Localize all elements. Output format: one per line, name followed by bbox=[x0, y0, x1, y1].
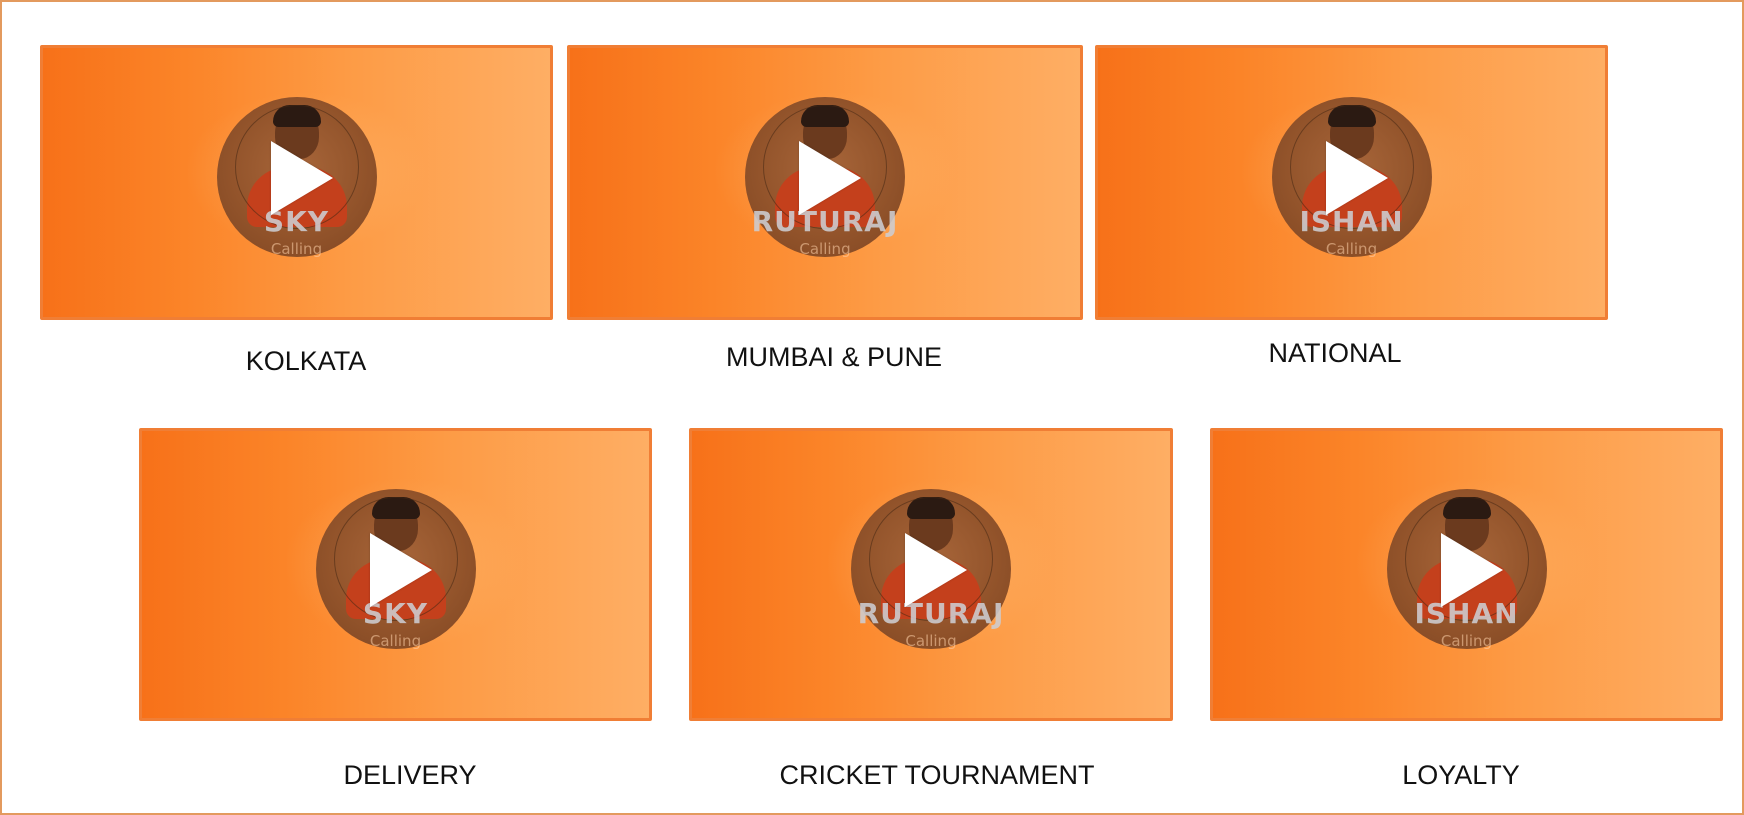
video-card-cricket-tournament[interactable]: RUTURAJ Calling bbox=[689, 428, 1173, 721]
play-icon[interactable] bbox=[799, 141, 861, 216]
video-card-delivery[interactable]: SKY Calling bbox=[139, 428, 652, 721]
thumbnail-subtitle: Calling bbox=[799, 240, 851, 259]
video-card-kolkata[interactable]: SKY Calling bbox=[40, 45, 553, 320]
play-icon[interactable] bbox=[1440, 532, 1503, 607]
thumbnail-subtitle: Calling bbox=[270, 240, 323, 259]
video-caption-cricket-tournament: CRICKET TOURNAMENT bbox=[779, 760, 1095, 790]
video-caption-loyalty: LOYALTY bbox=[1402, 760, 1520, 790]
video-card-national[interactable]: ISHAN Calling bbox=[1095, 45, 1608, 320]
play-icon[interactable] bbox=[369, 532, 432, 607]
video-thumbnail[interactable]: ISHAN Calling bbox=[1271, 97, 1432, 258]
thumbnail-subtitle: Calling bbox=[1325, 240, 1378, 259]
video-thumbnail[interactable]: RUTURAJ Calling bbox=[745, 97, 905, 258]
video-caption-delivery: DELIVERY bbox=[343, 760, 477, 790]
video-caption-kolkata: KOLKATA bbox=[245, 346, 367, 376]
thumbnail-subtitle: Calling bbox=[1440, 631, 1493, 650]
video-thumbnail[interactable]: SKY Calling bbox=[216, 97, 377, 258]
thumbnail-subtitle: Calling bbox=[369, 631, 422, 650]
video-caption-mumbai-pune: MUMBAI & PUNE bbox=[725, 342, 943, 372]
thumbnail-subtitle: Calling bbox=[905, 631, 957, 650]
video-thumbnail[interactable]: RUTURAJ Calling bbox=[851, 488, 1011, 650]
video-card-loyalty[interactable]: ISHAN Calling bbox=[1210, 428, 1723, 721]
play-icon[interactable] bbox=[270, 141, 333, 216]
video-caption-national: NATIONAL bbox=[1268, 338, 1402, 368]
play-icon[interactable] bbox=[1325, 141, 1388, 216]
play-icon[interactable] bbox=[905, 532, 967, 607]
video-thumbnail[interactable]: ISHAN Calling bbox=[1386, 488, 1547, 650]
video-thumbnail[interactable]: SKY Calling bbox=[315, 488, 476, 650]
video-card-mumbai-pune[interactable]: RUTURAJ Calling bbox=[567, 45, 1083, 320]
